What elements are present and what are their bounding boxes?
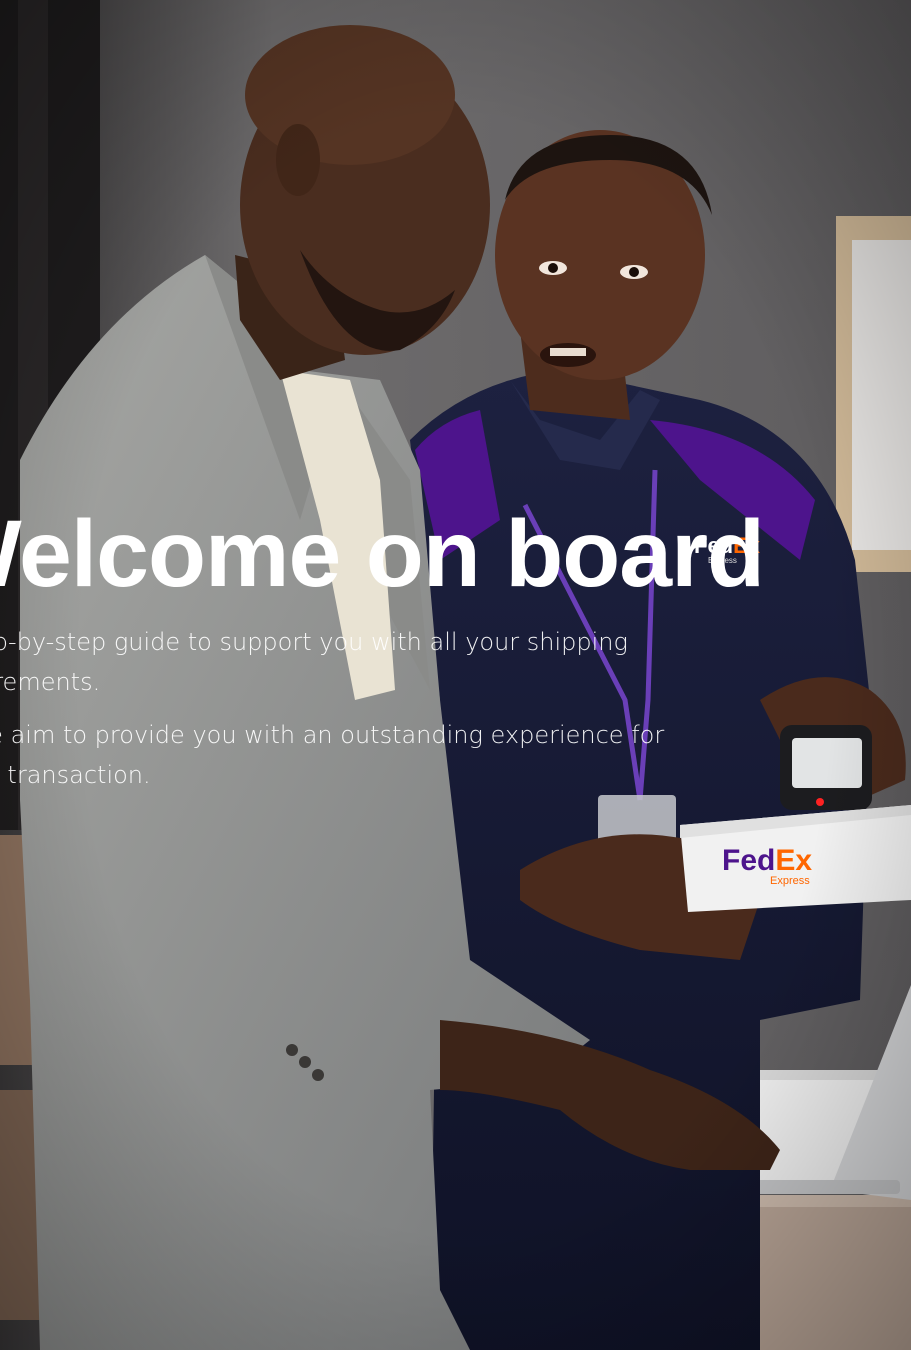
page-title: Welcome on board [0, 501, 765, 607]
hero-section: FedEx Express FedEx Express Welcome on b… [0, 0, 911, 1350]
intro-paragraph-1: A step-by-step guide to support you with… [0, 628, 628, 696]
intro-text: A step-by-step guide to support you with… [0, 622, 692, 808]
intro-paragraph-2: As we aim to provide you with an outstan… [0, 721, 665, 789]
